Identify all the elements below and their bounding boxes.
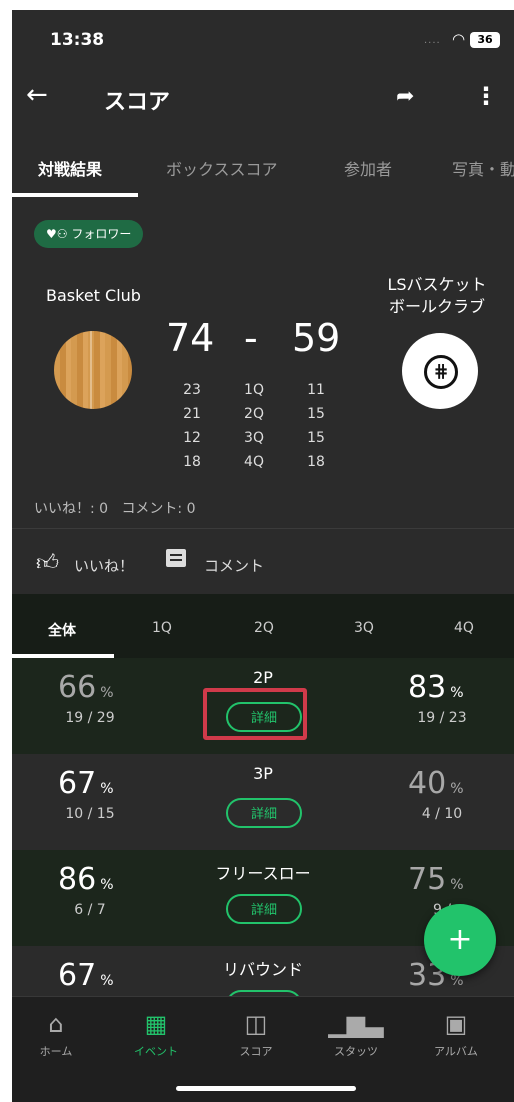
away-team-logo: ⋕ [402,333,478,409]
home-percentage: 66% [58,670,114,705]
detail-button[interactable]: 詳細 [226,894,302,924]
tab-active-indicator [12,193,138,197]
stats-icon: ▁▆▃ [328,1010,384,1038]
quarter-away-score: 15 [307,430,325,446]
app-header: ← スコア ➦ ⋮ [12,66,514,132]
users-icon: ♥⚇ [46,227,72,241]
home-fraction: 6 / 7 [74,902,106,918]
follower-badge[interactable]: ♥⚇ フォロワー [34,220,144,248]
home-icon: ⌂ [48,1010,64,1038]
highlight-box [203,688,307,740]
nav-album[interactable]: ▣ アルバム [416,1009,496,1059]
stat-name: フリースロー [215,864,311,883]
thumbs-up-icon[interactable]: 👍︎ [36,549,59,576]
tab-photos[interactable]: 写真・動 [452,156,514,180]
quarter-label: 3Q [244,430,264,446]
like-button[interactable]: いいね！ [74,555,134,576]
comment-icon[interactable] [166,549,186,567]
add-fab-button[interactable]: + [424,904,496,976]
app-screen: 13:38 ···· ◠ 36 ← スコア ➦ ⋮ 対戦結果 ボックススコア 参… [12,10,514,1102]
tab-boxscore[interactable]: ボックススコア [166,156,278,180]
score-dash: - [244,316,258,360]
stat-name: 2P [253,668,273,687]
away-fraction: 4 / 10 [421,806,463,822]
tab-participants[interactable]: 参加者 [344,156,392,180]
nav-score[interactable]: ◫ スコア [216,1009,296,1059]
battery-icon: 36 [470,32,500,48]
detail-button[interactable]: 詳細 [226,798,302,828]
qtab-all[interactable]: 全体 [48,620,76,640]
quarter-label: 2Q [244,406,264,422]
home-percentage: 86% [58,862,114,897]
qtab-3q[interactable]: 3Q [354,620,374,636]
home-score: 74 [166,316,215,360]
quarter-away-score: 11 [307,382,325,398]
home-fraction: 10 / 15 [65,806,115,822]
home-fraction: 19 / 29 [65,710,115,726]
album-icon: ▣ [444,1010,468,1038]
scoreboard-icon: ◫ [244,1010,268,1038]
wifi-icon: ◠ [452,30,466,48]
nav-event[interactable]: ▦ イベント [116,1009,196,1059]
tab-result[interactable]: 対戦結果 [38,156,102,180]
status-time: 13:38 [50,30,105,50]
away-team-name: LSバスケット ボールクラブ [387,275,487,316]
quarter-tabs: 全体 1Q 2Q 3Q 4Q [12,594,514,658]
stat-row-3p: 67% 10 / 15 3P 詳細 40% 4 / 10 [12,754,514,850]
away-percentage: 40% [408,766,464,801]
home-team-logo [54,331,132,409]
nav-stats[interactable]: ▁▆▃ スタッツ [316,1009,396,1059]
likes-comments-count: いいね！: 0 コメント: 0 [34,501,196,517]
quarter-label: 1Q [244,382,264,398]
more-menu-icon[interactable]: ⋮ [474,82,498,110]
quarter-home-score: 12 [183,430,201,446]
home-percentage: 67% [58,766,114,801]
quarter-away-score: 18 [307,454,325,470]
share-icon[interactable]: ➦ [396,84,414,109]
stat-name: リバウンド [222,960,303,979]
qtab-4q[interactable]: 4Q [454,620,474,636]
nav-home[interactable]: ⌂ ホーム [16,1009,96,1059]
quarter-home-score: 23 [183,382,201,398]
home-indicator [176,1086,356,1091]
qtab-1q[interactable]: 1Q [152,620,172,636]
back-arrow-icon[interactable]: ← [26,80,48,110]
home-percentage: 67% [58,958,114,993]
quarter-home-score: 21 [183,406,201,422]
comment-button[interactable]: コメント [204,555,264,576]
away-fraction: 19 / 23 [417,710,467,726]
home-team-name: Basket Club [46,286,141,305]
away-score: 59 [292,316,341,360]
quarter-label: 4Q [244,454,264,470]
quarter-home-score: 18 [183,454,201,470]
game-score-card: ♥⚇ フォロワー Basket Club LSバスケット ボールクラブ ⋕ 74… [12,198,514,528]
quarter-away-score: 15 [307,406,325,422]
qtab-2q[interactable]: 2Q [254,620,274,636]
status-bar: 13:38 ···· ◠ 36 [12,10,514,66]
page-title: スコア [104,90,171,115]
away-percentage: 75% [408,862,464,897]
action-bar: 👍︎ いいね！ コメント [12,528,514,595]
signal-icon: ···· [424,38,441,49]
away-percentage: 83% [408,670,464,705]
main-tabs: 対戦結果 ボックススコア 参加者 写真・動 [12,132,514,199]
calendar-icon: ▦ [144,1010,168,1038]
basketball-icon: ⋕ [424,355,458,389]
stat-name: 3P [253,764,273,783]
